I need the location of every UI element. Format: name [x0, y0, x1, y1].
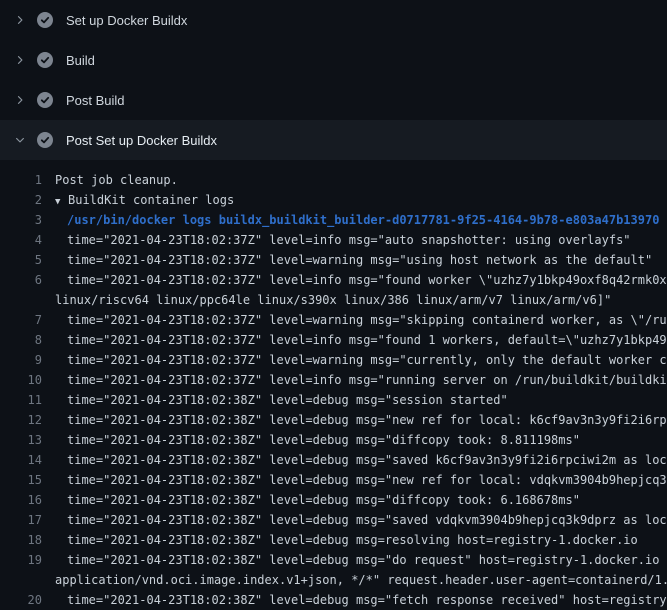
log-text: time="2021-04-23T18:02:37Z" level=warnin…: [67, 250, 652, 270]
log-text: time="2021-04-23T18:02:38Z" level=debug …: [67, 490, 580, 510]
log-line-number[interactable]: 17: [0, 510, 42, 530]
log-line: 5 time="2021-04-23T18:02:37Z" level=warni…: [0, 250, 667, 270]
chevron-down-icon[interactable]: [12, 132, 28, 148]
log-line-number[interactable]: 9: [0, 350, 42, 370]
log-line-number[interactable]: 19: [0, 550, 42, 570]
log-line-number[interactable]: 13: [0, 430, 42, 450]
log-line-number[interactable]: 5: [0, 250, 42, 270]
log-line: 14 time="2021-04-23T18:02:38Z" level=debu…: [0, 450, 667, 470]
check-circle-icon: [37, 12, 53, 28]
workflow-log-panel: Set up Docker Buildx Build Post Build Post …: [0, 0, 667, 610]
log-line: 3/usr/bin/docker logs buildx_buildkit_bu…: [0, 210, 667, 230]
check-circle-icon: [37, 92, 53, 108]
log-line: 1 Post job cleanup.: [0, 170, 667, 190]
log-line-number[interactable]: 12: [0, 410, 42, 430]
log-line: 17 time="2021-04-23T18:02:38Z" level=debu…: [0, 510, 667, 530]
log-text: time="2021-04-23T18:02:37Z" level=warnin…: [67, 310, 667, 330]
log-line: 7 time="2021-04-23T18:02:37Z" level=warni…: [0, 310, 667, 330]
triangle-down-icon[interactable]: ▼: [55, 192, 68, 210]
log-text: time="2021-04-23T18:02:37Z" level=info m…: [67, 270, 667, 290]
log-text: time="2021-04-23T18:02:38Z" level=debug …: [67, 550, 667, 570]
log-command-text: /usr/bin/docker logs buildx_buildkit_bui…: [67, 210, 659, 230]
log-line: 18 time="2021-04-23T18:02:38Z" level=debu…: [0, 530, 667, 550]
log-text: linux/riscv64 linux/ppc64le linux/s390x …: [55, 290, 611, 310]
log-line-number[interactable]: 16: [0, 490, 42, 510]
chevron-right-icon[interactable]: [12, 52, 28, 68]
log-line: 19 time="2021-04-23T18:02:38Z" level=debu…: [0, 550, 667, 570]
log-line-number[interactable]: 20: [0, 590, 42, 610]
step-label: Build: [66, 53, 95, 68]
log-line: 10 time="2021-04-23T18:02:37Z" level=info…: [0, 370, 667, 390]
step-header-build[interactable]: Build: [0, 40, 667, 80]
log-line-number[interactable]: 8: [0, 330, 42, 350]
step-label: Post Build: [66, 93, 125, 108]
log-text: time="2021-04-23T18:02:37Z" level=info m…: [67, 230, 631, 250]
log-line-number[interactable]: 11: [0, 390, 42, 410]
log-line: 6 time="2021-04-23T18:02:37Z" level=info …: [0, 270, 667, 290]
log-text: time="2021-04-23T18:02:37Z" level=warnin…: [67, 350, 667, 370]
log-line-number[interactable]: 10: [0, 370, 42, 390]
log-line-number[interactable]: 15: [0, 470, 42, 490]
step-header-set-up-docker-buildx[interactable]: Set up Docker Buildx: [0, 0, 667, 40]
log-line: 2 ▼BuildKit container logs: [0, 190, 667, 210]
chevron-right-icon[interactable]: [12, 92, 28, 108]
log-line-number[interactable]: 18: [0, 530, 42, 550]
step-label: Post Set up Docker Buildx: [66, 133, 217, 148]
step-header-post-build[interactable]: Post Build: [0, 80, 667, 120]
log-text: time="2021-04-23T18:02:38Z" level=debug …: [67, 510, 667, 530]
log-text: time="2021-04-23T18:02:38Z" level=debug …: [67, 530, 638, 550]
log-text: time="2021-04-23T18:02:38Z" level=debug …: [67, 450, 667, 470]
check-circle-icon: [37, 52, 53, 68]
log-text: time="2021-04-23T18:02:38Z" level=debug …: [67, 590, 667, 610]
log-text: ▼BuildKit container logs: [55, 190, 234, 210]
log-line: 11 time="2021-04-23T18:02:38Z" level=debu…: [0, 390, 667, 410]
log-line-number[interactable]: 14: [0, 450, 42, 470]
check-circle-icon: [37, 132, 53, 148]
log-line-number[interactable]: 2: [0, 190, 42, 210]
log-line-number[interactable]: 1: [0, 170, 42, 190]
log-line: 12 time="2021-04-23T18:02:38Z" level=debu…: [0, 410, 667, 430]
log-text: time="2021-04-23T18:02:38Z" level=debug …: [67, 410, 667, 430]
log-line-number[interactable]: 4: [0, 230, 42, 250]
log-text: time="2021-04-23T18:02:38Z" level=debug …: [67, 470, 667, 490]
log-line: 20 time="2021-04-23T18:02:38Z" level=debu…: [0, 590, 667, 610]
log-text: Post job cleanup.: [55, 170, 178, 190]
log-text: time="2021-04-23T18:02:38Z" level=debug …: [67, 430, 580, 450]
log-line-number: [0, 570, 42, 590]
log-line: 13 time="2021-04-23T18:02:38Z" level=debu…: [0, 430, 667, 450]
log-text: time="2021-04-23T18:02:37Z" level=info m…: [67, 370, 667, 390]
log-viewer: 1 Post job cleanup. 2 ▼BuildKit container l…: [0, 160, 667, 610]
log-line-number[interactable]: 6: [0, 270, 42, 290]
log-line-number[interactable]: 7: [0, 310, 42, 330]
log-text: time="2021-04-23T18:02:37Z" level=info m…: [67, 330, 667, 350]
log-line: 8 time="2021-04-23T18:02:37Z" level=info …: [0, 330, 667, 350]
log-line-wrap: linux/riscv64 linux/ppc64le linux/s390x …: [0, 290, 667, 310]
step-list: Set up Docker Buildx Build Post Build Post …: [0, 0, 667, 160]
log-line: 9 time="2021-04-23T18:02:37Z" level=warni…: [0, 350, 667, 370]
log-line-wrap: application/vnd.oci.image.index.v1+json,…: [0, 570, 667, 590]
log-line-number: [0, 290, 42, 310]
log-line: 4 time="2021-04-23T18:02:37Z" level=info …: [0, 230, 667, 250]
step-header-post-set-up-docker-buildx[interactable]: Post Set up Docker Buildx: [0, 120, 667, 160]
log-text: time="2021-04-23T18:02:38Z" level=debug …: [67, 390, 508, 410]
step-label: Set up Docker Buildx: [66, 13, 187, 28]
chevron-right-icon[interactable]: [12, 12, 28, 28]
log-line: 15 time="2021-04-23T18:02:38Z" level=debu…: [0, 470, 667, 490]
log-text: application/vnd.oci.image.index.v1+json,…: [55, 570, 667, 590]
log-group-title[interactable]: BuildKit container logs: [68, 193, 234, 207]
log-line-number[interactable]: 3: [0, 210, 42, 230]
log-line: 16 time="2021-04-23T18:02:38Z" level=debu…: [0, 490, 667, 510]
